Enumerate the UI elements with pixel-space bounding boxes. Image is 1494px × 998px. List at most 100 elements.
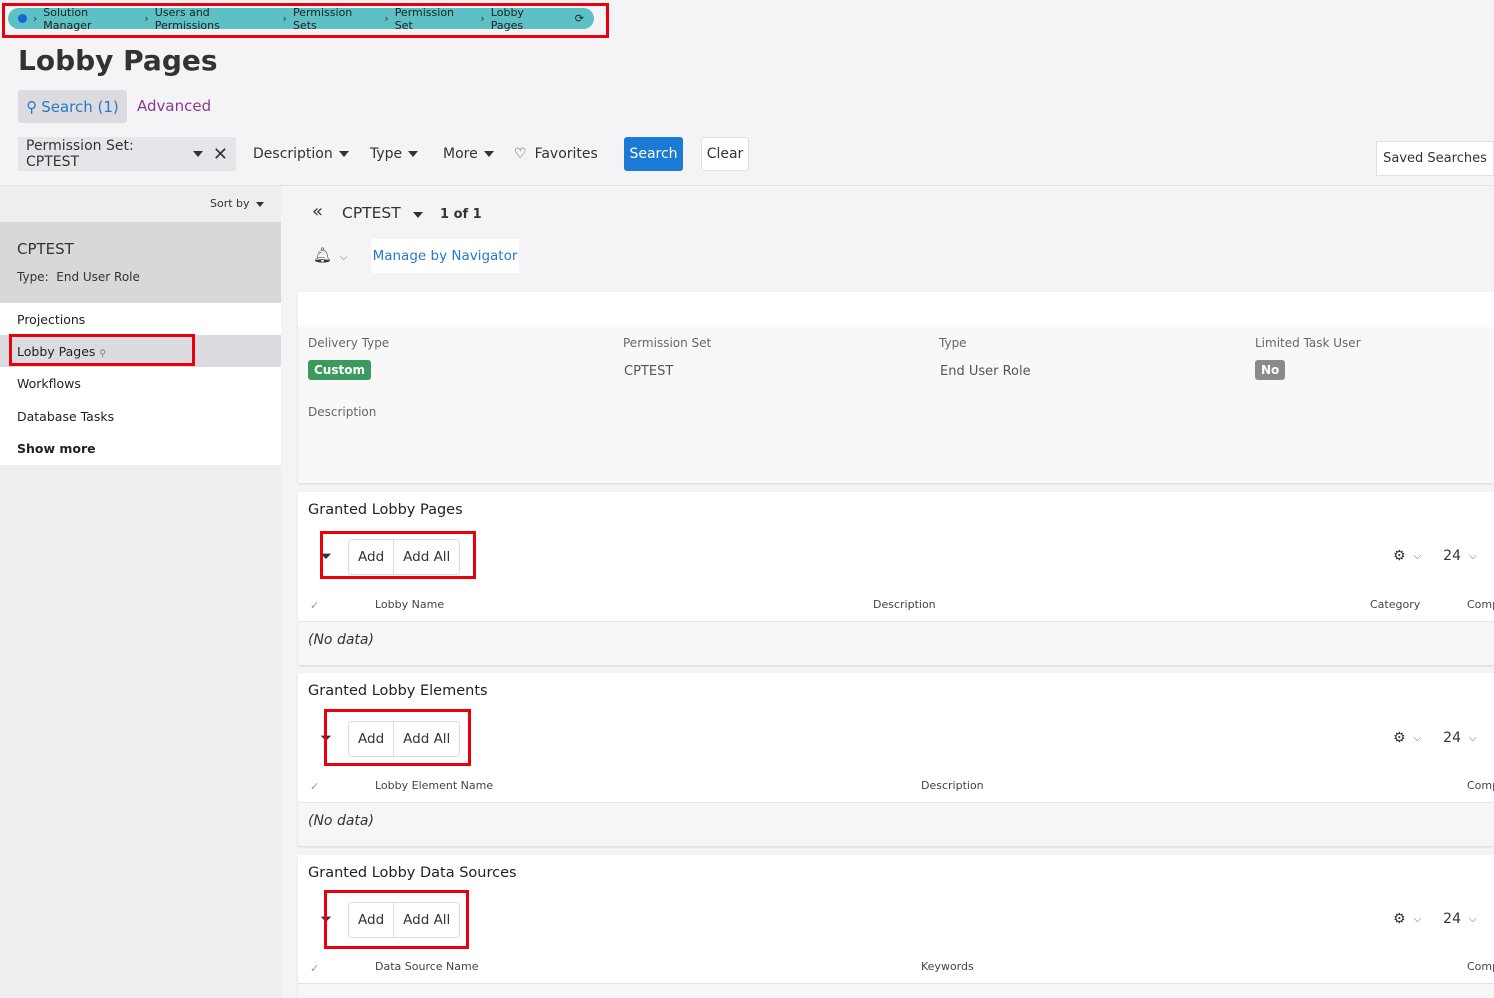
granted-lobby-pages-section: Granted Lobby Pages ⏷ Add Add All ⚙ ⌵ 24 ⌵ ✓… [298,492,1494,665]
select-all-checkmark[interactable]: ✓ [310,780,319,793]
record-count: 1 of 1 [440,207,482,222]
refresh-icon[interactable]: ⟳ [575,12,584,25]
column-header[interactable]: Category [1370,598,1420,611]
chevron-down-icon[interactable]: ⌵ [1414,733,1422,744]
chevron-down-icon[interactable]: ⌵ [1414,914,1422,925]
filter-icon[interactable]: ⏷ [320,547,332,565]
details-card: Delivery Type Custom Permission Set CPTE… [298,292,1494,483]
bell-icon[interactable]: 🔔︎ [313,246,332,264]
filter-icon[interactable]: ⏷ [320,729,332,747]
column-header[interactable]: Description [873,598,936,611]
column-header[interactable]: Lobby Name [375,598,444,611]
filter-label: Favorites [534,146,598,162]
chevron-down-icon[interactable]: ⌵ [1414,551,1422,562]
heart-icon: ♡ [514,146,527,162]
page-title: Lobby Pages [18,44,218,77]
chevron-right-icon: › [282,12,287,25]
search-button[interactable]: Search [624,137,683,171]
add-all-button[interactable]: Add All [393,540,459,574]
add-button[interactable]: Add [349,722,393,756]
manage-by-navigator-button[interactable]: Manage by Navigator [371,239,519,273]
gear-icon[interactable]: ⚙ [1393,730,1406,746]
column-header[interactable]: Data Source Name [375,960,479,973]
sidebar-item-workflows[interactable]: Workflows [17,376,81,391]
breadcrumb-item[interactable]: Solution Manager [43,6,138,32]
column-header[interactable]: Description [921,779,984,792]
breadcrumb-item[interactable]: Permission Set [395,6,475,32]
sort-by-label: Sort by [210,197,250,210]
collapse-left-icon[interactable]: « [312,201,323,222]
chevron-down-icon[interactable]: ⌵ [340,252,348,263]
gear-icon[interactable]: ⚙ [1393,911,1406,927]
favorites-filter[interactable]: ♡ Favorites [514,137,598,171]
sidebar-item-projections[interactable]: Projections [17,312,85,327]
chevron-down-icon[interactable]: ⌵ [1469,733,1477,744]
breadcrumb-item[interactable]: Permission Sets [293,6,378,32]
tab-search-label: Search (1) [41,97,119,116]
sort-by-button[interactable]: Sort by [210,197,264,210]
column-header[interactable]: Comp [1467,960,1494,973]
sidebar-item-lobby-pages[interactable]: Lobby Pages ⚲ [17,344,106,359]
description-filter[interactable]: Description [253,137,349,171]
column-header[interactable]: Lobby Element Name [375,779,493,792]
add-button[interactable]: Add [349,903,393,937]
page-size[interactable]: 24 [1443,730,1461,746]
delivery-type-label: Delivery Type [308,336,390,350]
sidebar-item-label: Lobby Pages [17,344,96,359]
type-value: End User Role [940,364,1031,379]
breadcrumb-item: Lobby Pages [490,5,524,32]
show-more-link[interactable]: Show more [17,441,96,456]
type-filter[interactable]: Type [370,137,419,171]
add-all-button[interactable]: Add All [393,903,459,937]
page-size[interactable]: 24 [1443,548,1461,564]
type-label: Type [939,336,967,350]
caret-down-icon[interactable] [192,151,203,157]
gear-icon[interactable]: ⚙ [1393,548,1406,564]
permission-set-filter[interactable]: Permission Set: CPTEST ✕ [18,137,236,171]
select-all-checkmark[interactable]: ✓ [310,962,319,975]
column-header[interactable]: Keywords [921,960,974,973]
sidebar-nav: Projections Lobby Pages ⚲ Workflows Data… [0,303,281,465]
caret-down-icon [255,202,264,207]
record-selector[interactable]: CPTEST [342,204,423,222]
sidebar-item-database-tasks[interactable]: Database Tasks [17,409,114,424]
tab-advanced[interactable]: Advanced [137,97,211,115]
select-all-checkmark[interactable]: ✓ [310,599,319,612]
granted-lobby-elements-section: Granted Lobby Elements ⏷ Add Add All ⚙ ⌵ 24… [298,673,1494,846]
column-header[interactable]: Comp [1467,598,1494,611]
empty-state: (No data) [298,802,1494,846]
caret-down-icon [412,212,423,218]
saved-searches-button[interactable]: Saved Searches [1376,141,1494,176]
chevron-right-icon: › [32,12,38,25]
limited-task-user-badge: No [1255,360,1286,380]
section-title: Granted Lobby Elements [308,683,488,699]
add-button[interactable]: Add [349,540,393,574]
type-value: End User Role [56,270,140,284]
tab-search[interactable]: ⚲ Search (1) [18,90,127,123]
chevron-down-icon[interactable]: ⌵ [1469,914,1477,925]
close-icon[interactable]: ✕ [213,144,228,165]
clear-button[interactable]: Clear [701,137,749,171]
more-filter[interactable]: More [443,137,494,171]
home-icon[interactable] [18,14,27,23]
chevron-right-icon: › [384,12,389,25]
add-all-button[interactable]: Add All [393,722,459,756]
permission-set-label: Permission Set [623,336,712,350]
pin-icon[interactable]: ⚲ [99,349,106,359]
record-list-item[interactable]: CPTEST Type: End User Role [0,222,281,303]
chevron-right-icon: › [480,12,485,25]
caret-down-icon [338,151,349,157]
description-label: Description [308,405,377,419]
page-size[interactable]: 24 [1443,911,1461,927]
empty-state: (No data) [298,621,1494,665]
filter-label: Description [253,146,333,162]
type-label: Type: [17,270,49,284]
chevron-down-icon[interactable]: ⌵ [1469,551,1477,562]
caret-down-icon [408,151,419,157]
column-header[interactable]: Comp [1467,779,1494,792]
limited-task-user-label: Limited Task User [1255,336,1361,350]
section-title: Granted Lobby Data Sources [308,865,517,881]
breadcrumb-item[interactable]: Users and Permissions [155,6,277,32]
caret-down-icon [483,151,494,157]
filter-icon[interactable]: ⏷ [320,910,332,928]
